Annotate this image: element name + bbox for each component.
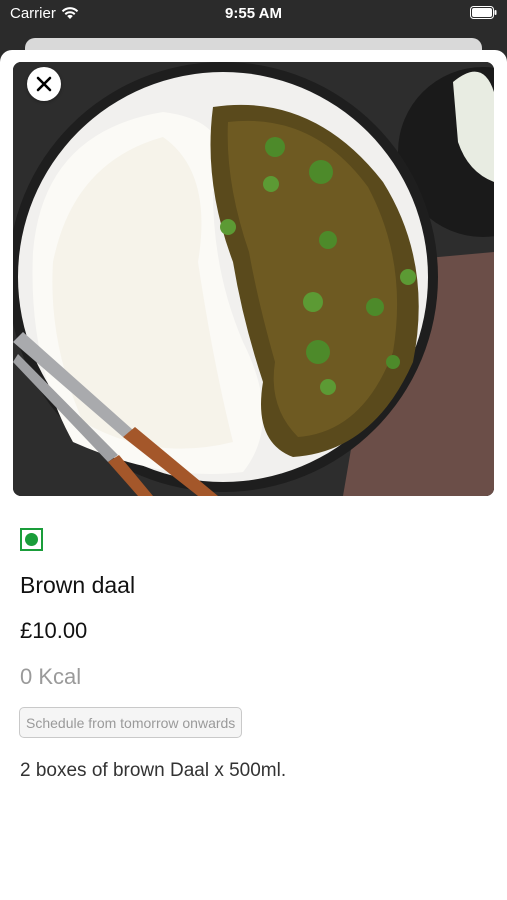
dish-price: £10.00 [20,618,88,643]
dish-name: Brown daal [20,572,136,598]
dish-image [13,62,494,496]
schedule-chip[interactable]: Schedule from tomorrow onwards [19,707,243,738]
battery-icon [470,6,497,23]
status-time: 9:55 AM [225,5,282,22]
status-bar: Carrier 9:55 AM [0,0,507,28]
dish-calories: 0 Kcal [20,664,82,689]
dish-description: 2 boxes of brown Daal x 500ml. [20,760,287,781]
veg-indicator-icon [20,528,43,551]
schedule-label: Schedule from tomorrow onwards [26,714,236,731]
veg-dot [25,533,38,546]
close-button[interactable] [27,67,61,101]
close-icon [36,76,52,92]
